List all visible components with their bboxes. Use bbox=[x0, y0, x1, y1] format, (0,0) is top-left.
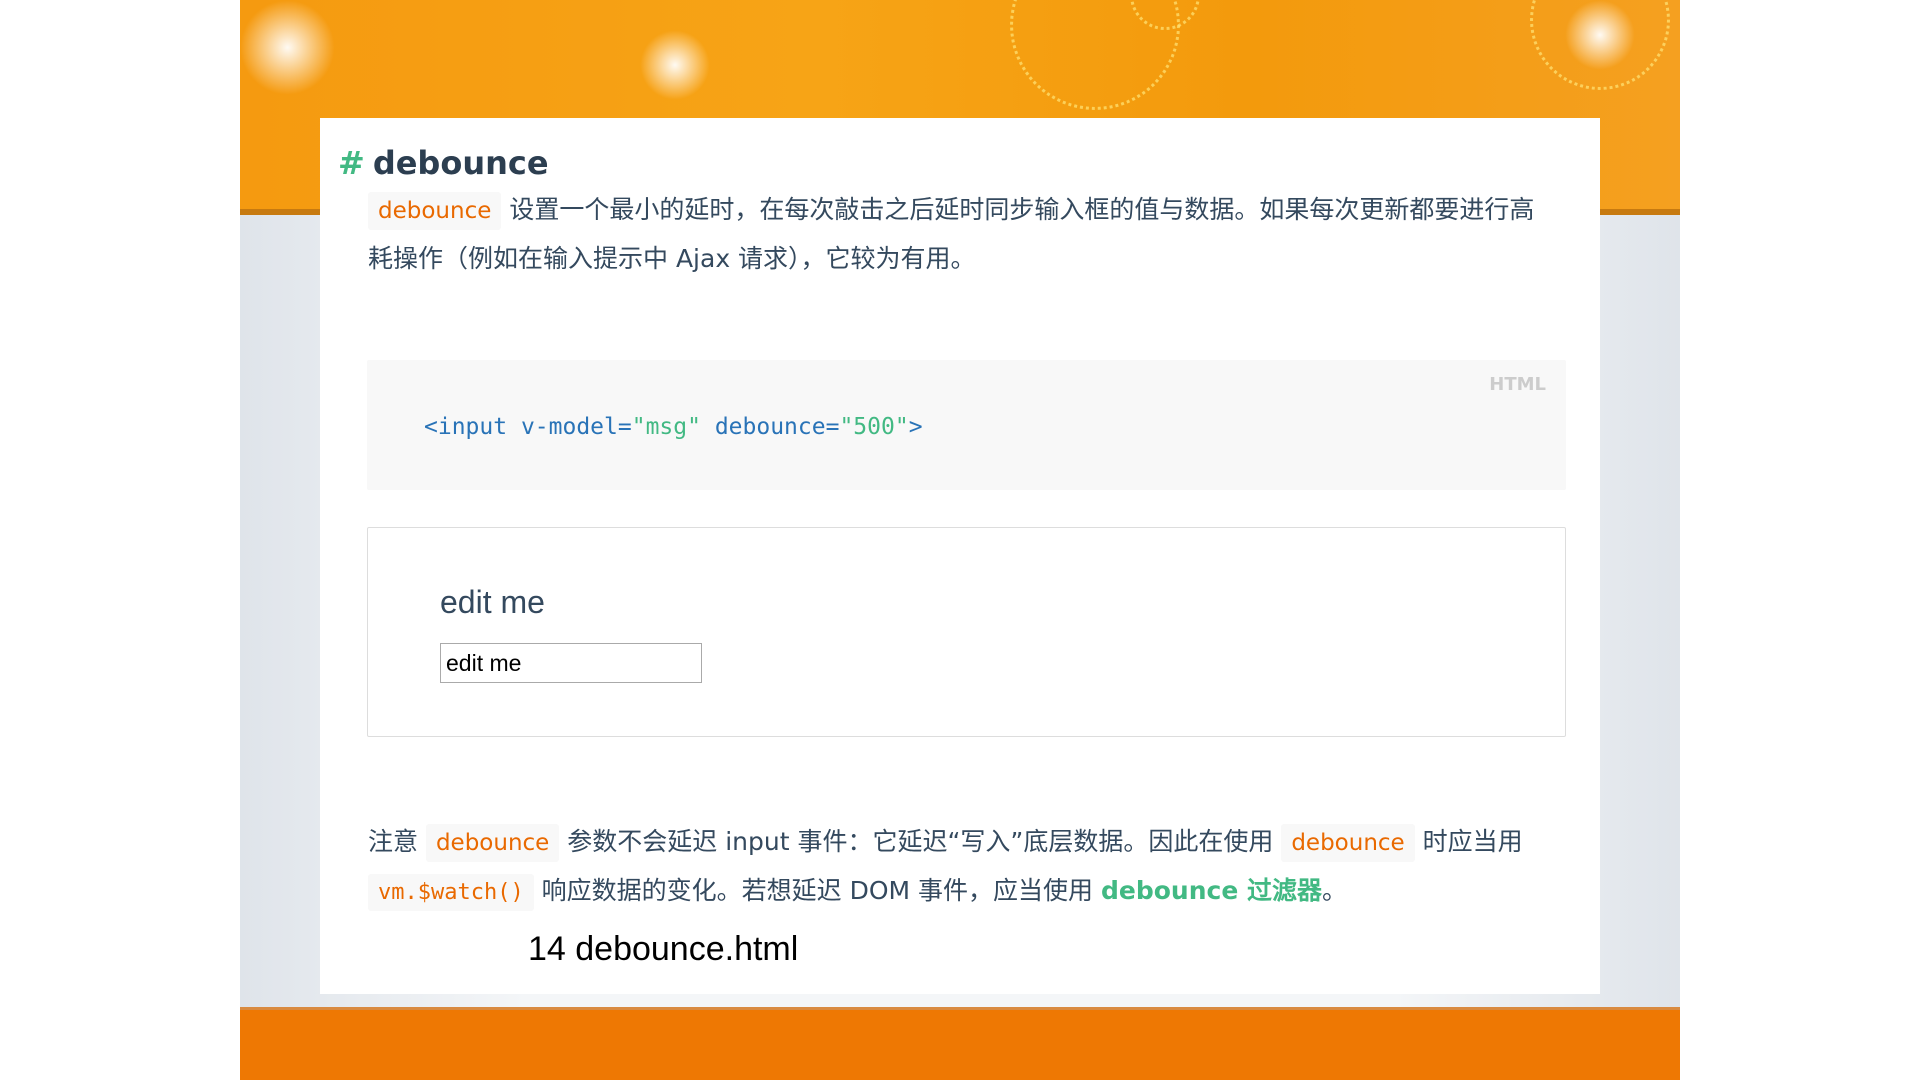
code-tag: <input bbox=[424, 414, 521, 440]
code-block: HTML <input v-model="msg" debounce="500"… bbox=[367, 360, 1566, 490]
note-text: 。 bbox=[1322, 876, 1348, 905]
debounce-filter-link[interactable]: debounce 过滤器 bbox=[1101, 876, 1322, 905]
note-paragraph: 注意 debounce 参数不会延迟 input 事件：它延迟“写入”底层数据。… bbox=[368, 818, 1548, 917]
inline-code: debounce bbox=[425, 824, 560, 862]
light-glow bbox=[240, 0, 335, 95]
note-text: 注意 bbox=[368, 827, 426, 856]
inline-code: debounce bbox=[368, 192, 502, 230]
content-card: # debounce debounce 设置一个最小的延时，在每次敲击之后延时同步… bbox=[320, 118, 1600, 994]
demo-output-label: edit me bbox=[440, 584, 545, 620]
code-line: <input v-model="msg" debounce="500"> bbox=[424, 414, 923, 440]
slide-caption: 14 debounce.html bbox=[528, 930, 799, 968]
section-heading: # debounce bbox=[338, 144, 549, 182]
inline-code: debounce bbox=[1281, 824, 1415, 862]
code-attr: v-model= bbox=[520, 414, 632, 440]
intro-paragraph: debounce 设置一个最小的延时，在每次敲击之后延时同步输入框的值与数据。如… bbox=[368, 186, 1548, 283]
anchor-link[interactable]: # bbox=[338, 144, 365, 182]
bottom-banner bbox=[240, 1007, 1680, 1080]
code-string: "500" bbox=[839, 414, 909, 440]
light-glow bbox=[640, 30, 710, 100]
code-language-label: HTML bbox=[1489, 374, 1546, 395]
note-text: 参数不会延迟 input 事件：它延迟“写入”底层数据。因此在使用 bbox=[559, 827, 1282, 856]
demo-text-input[interactable] bbox=[440, 643, 702, 683]
heading-title: debounce bbox=[372, 144, 549, 182]
note-text: 响应数据的变化。若想延迟 DOM 事件，应当使用 bbox=[533, 876, 1101, 905]
demo-box: edit me bbox=[367, 527, 1566, 737]
code-string: "msg" bbox=[631, 414, 701, 440]
code-attr: debounce= bbox=[700, 414, 840, 440]
note-text: 时应当用 bbox=[1414, 827, 1523, 856]
light-glow bbox=[1565, 0, 1635, 70]
code-tag: > bbox=[908, 414, 923, 440]
intro-text: 设置一个最小的延时，在每次敲击之后延时同步输入框的值与数据。如果每次更新都要进行… bbox=[368, 195, 1535, 273]
inline-code: vm.$watch() bbox=[368, 874, 534, 911]
